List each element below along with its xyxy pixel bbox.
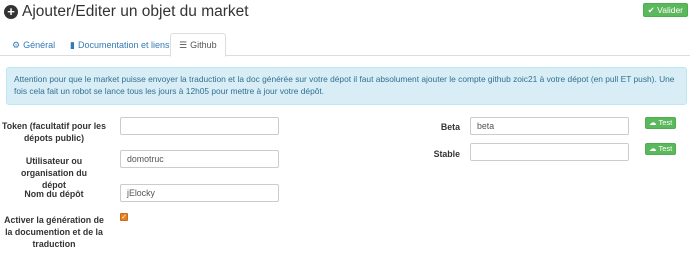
token-label: Token (facultatif pour les dépots public… bbox=[2, 121, 106, 143]
repo-label: Nom du dépôt bbox=[24, 189, 84, 199]
cloud-icon: ☁ bbox=[649, 118, 657, 127]
book-icon: ▮ bbox=[70, 39, 75, 50]
beta-label: Beta bbox=[440, 122, 460, 132]
info-alert-text: Attention pour que le market puisse envo… bbox=[14, 74, 675, 96]
beta-test-label: Test bbox=[658, 118, 673, 127]
cloud-icon: ☁ bbox=[649, 144, 657, 153]
page-title-text: Ajouter/Editer un objet du market bbox=[22, 3, 249, 20]
page-header: + Ajouter/Editer un objet du market ✔ Va… bbox=[0, 0, 690, 26]
user-input[interactable]: domotruc bbox=[120, 150, 279, 168]
stable-test-button[interactable]: ☁ Test bbox=[645, 143, 677, 155]
user-label: Utilisateur ou organisation du dépot bbox=[21, 156, 87, 190]
gear-icon: ⚙ bbox=[12, 39, 21, 50]
tab-documentation-label: Documentation et liens bbox=[77, 39, 170, 50]
tab-github-label: Github bbox=[190, 40, 217, 50]
page-title: + Ajouter/Editer un objet du market bbox=[4, 3, 249, 21]
stable-test-label: Test bbox=[658, 144, 673, 153]
beta-test-button[interactable]: ☁ Test bbox=[645, 117, 677, 129]
beta-input[interactable]: beta bbox=[470, 117, 629, 135]
token-input[interactable] bbox=[120, 117, 279, 135]
stable-label: Stable bbox=[433, 149, 460, 159]
repo-input[interactable]: jElocky bbox=[120, 184, 279, 202]
save-button[interactable]: ✔ Valider bbox=[642, 3, 688, 17]
server-icon: ☰ bbox=[179, 40, 188, 50]
translation-checkbox[interactable]: ✓ bbox=[120, 213, 128, 221]
check-icon: ✔ bbox=[647, 5, 655, 15]
tab-general-label: Général bbox=[23, 39, 56, 50]
tab-github[interactable]: ☰ Github bbox=[170, 33, 226, 57]
translation-label: Activer la génération de la documention … bbox=[4, 215, 104, 249]
plus-circle-icon: + bbox=[4, 5, 18, 19]
tab-documentation[interactable]: ▮ Documentation et liens bbox=[62, 33, 178, 56]
stable-input[interactable] bbox=[470, 143, 629, 161]
save-button-label: Valider bbox=[657, 5, 683, 15]
tab-general[interactable]: ⚙ Général bbox=[4, 33, 63, 56]
tab-bar: ⚙ Général ▮ Documentation et liens ☰ Git… bbox=[0, 33, 690, 57]
info-alert: Attention pour que le market puisse envo… bbox=[6, 67, 687, 105]
